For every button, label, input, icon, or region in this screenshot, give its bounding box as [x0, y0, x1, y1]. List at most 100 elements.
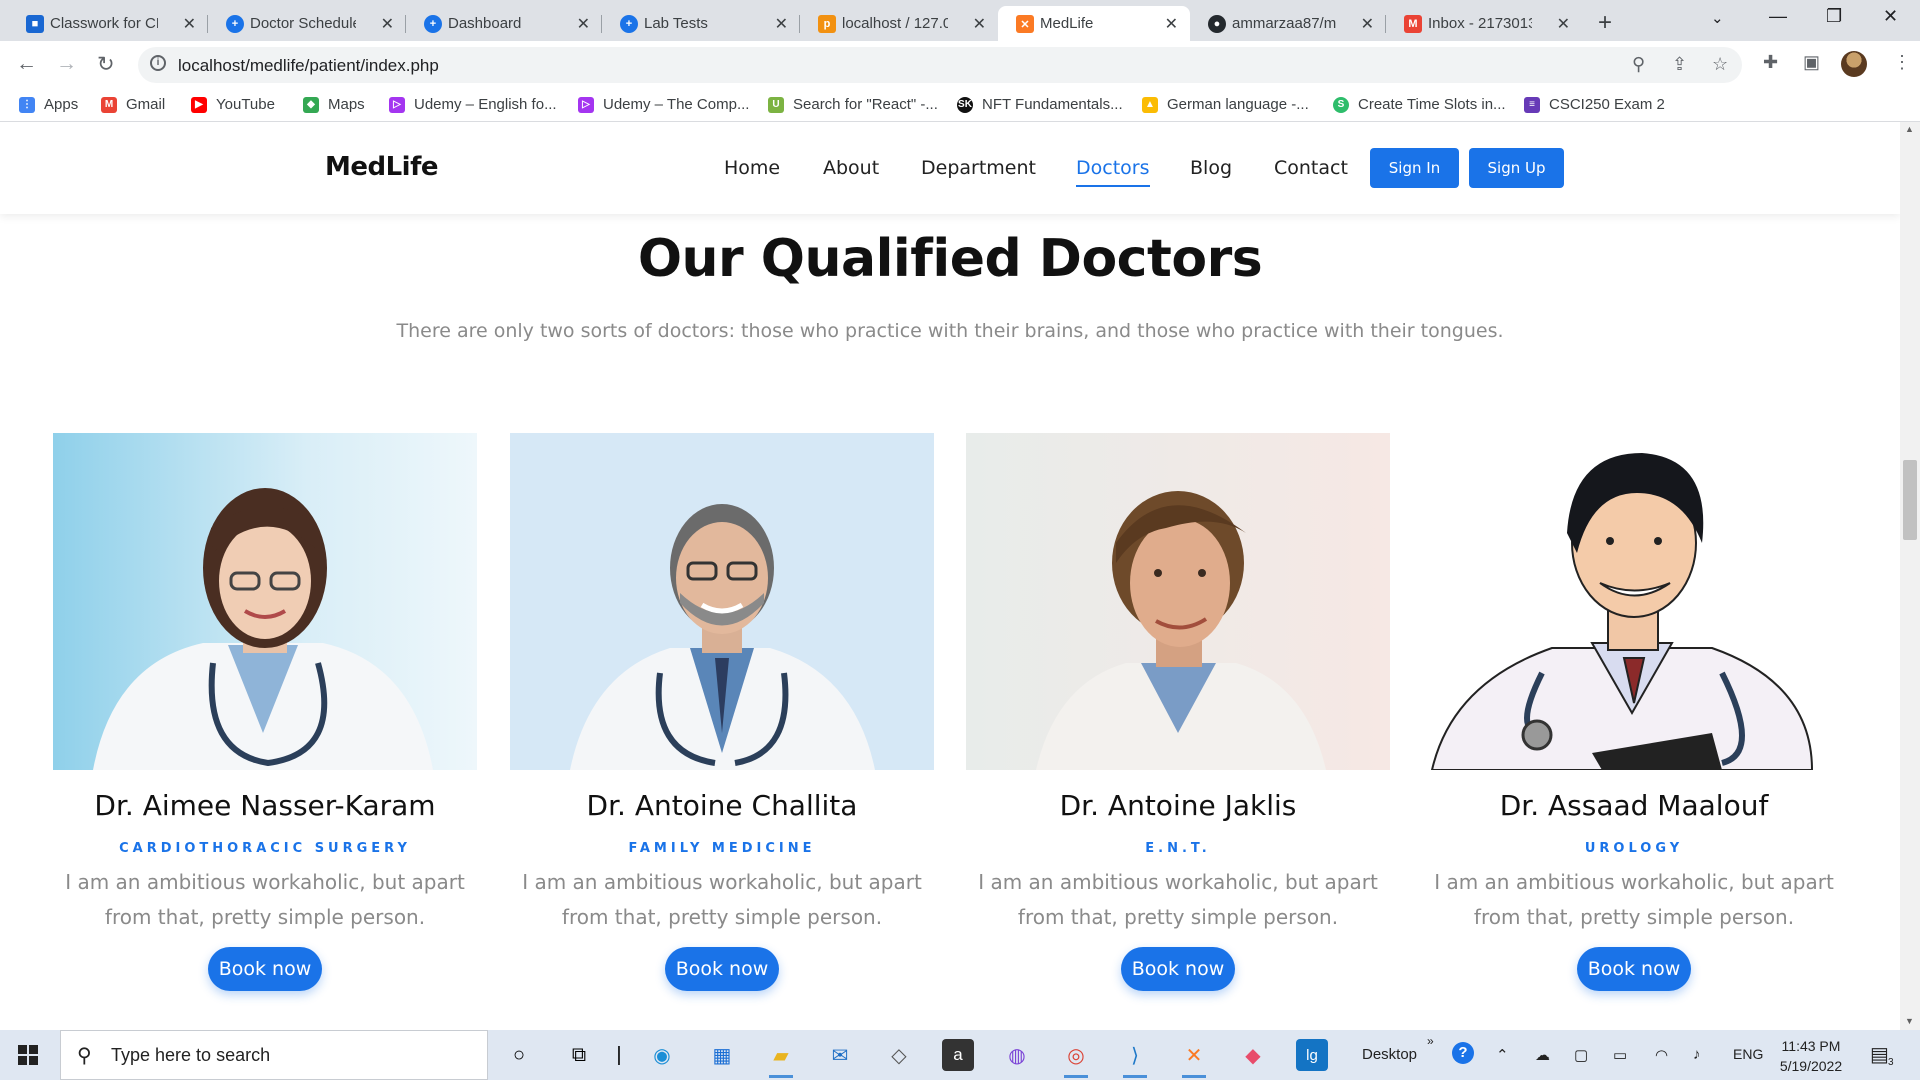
- close-icon[interactable]: ✕: [577, 14, 590, 34]
- tray-chevron-up-icon[interactable]: ⌃: [1496, 1046, 1509, 1064]
- sign-up-button[interactable]: Sign Up: [1469, 148, 1564, 188]
- close-icon[interactable]: ✕: [381, 14, 394, 34]
- cortana-icon[interactable]: ○: [503, 1039, 535, 1071]
- system-clock[interactable]: 11:43 PM 5/19/2022: [1766, 1036, 1856, 1076]
- doctor-bio: I am an ambitious workaholic, but apart …: [1434, 870, 1834, 929]
- browser-tab-medlife[interactable]: ✕ MedLife ✕: [998, 6, 1190, 41]
- reload-icon[interactable]: ↻: [97, 52, 115, 77]
- site-logo[interactable]: MedLife: [325, 152, 439, 182]
- extensions-puzzle-icon[interactable]: ✚: [1763, 52, 1778, 73]
- scrollbar-thumb[interactable]: [1903, 460, 1917, 540]
- scroll-up-arrow-icon[interactable]: ▲: [1905, 124, 1914, 134]
- dropbox-icon[interactable]: ◇: [883, 1039, 915, 1071]
- toolbar-expand-icon[interactable]: »: [1427, 1034, 1434, 1048]
- site-info-icon[interactable]: i: [150, 55, 166, 71]
- close-icon[interactable]: ✕: [1361, 14, 1374, 34]
- share-icon[interactable]: ⇪: [1672, 54, 1687, 75]
- browser-tab-lab-tests[interactable]: + Lab Tests ✕: [602, 6, 800, 41]
- wifi-icon[interactable]: ◠: [1655, 1046, 1668, 1064]
- address-bar[interactable]: i localhost/medlife/patient/index.php ⚲ …: [138, 47, 1742, 83]
- close-icon[interactable]: ✕: [183, 14, 196, 34]
- browser-tab-phpmyadmin[interactable]: p localhost / 127.0.0 ✕: [800, 6, 998, 41]
- store-icon[interactable]: ▦: [706, 1039, 738, 1071]
- restore-button[interactable]: ❐: [1826, 6, 1842, 27]
- close-window-button[interactable]: ✕: [1883, 6, 1898, 27]
- taskbar-search-box[interactable]: ⚲ Type here to search: [60, 1030, 488, 1080]
- minimize-button[interactable]: —: [1769, 6, 1787, 27]
- bookmark-german[interactable]: ▲ German language -...: [1142, 96, 1309, 113]
- app-ig-icon[interactable]: lg: [1296, 1039, 1328, 1071]
- file-explorer-icon[interactable]: ▰: [765, 1039, 797, 1078]
- windows-start-icon[interactable]: [18, 1045, 38, 1065]
- doctor-department: E.N.T.: [1145, 841, 1211, 856]
- close-icon[interactable]: ✕: [775, 14, 788, 34]
- url-text[interactable]: localhost/medlife/patient/index.php: [178, 56, 439, 76]
- zoom-icon[interactable]: ⚲: [1632, 54, 1645, 75]
- app-diamond-icon[interactable]: ◆: [1237, 1039, 1269, 1071]
- book-now-button[interactable]: Book now: [665, 947, 779, 991]
- close-icon[interactable]: ✕: [973, 14, 986, 34]
- bookmark-youtube[interactable]: ▶ YouTube: [191, 96, 275, 113]
- task-view-icon[interactable]: ⧉: [563, 1039, 595, 1071]
- nav-blog[interactable]: Blog: [1190, 157, 1232, 179]
- browser-toolbar: ← → ↻ i localhost/medlife/patient/index.…: [0, 41, 1920, 89]
- close-icon[interactable]: ✕: [1165, 14, 1178, 34]
- back-arrow-icon[interactable]: ←: [16, 52, 37, 76]
- bookmark-csci250[interactable]: ≡ CSCI250 Exam 2: [1524, 96, 1665, 113]
- xampp-icon[interactable]: ✕: [1178, 1039, 1210, 1078]
- book-now-button[interactable]: Book now: [208, 947, 322, 991]
- language-indicator[interactable]: ENG: [1733, 1046, 1763, 1062]
- nav-contact[interactable]: Contact: [1274, 157, 1348, 179]
- bookmark-nft[interactable]: SK NFT Fundamentals...: [957, 96, 1123, 113]
- close-icon[interactable]: ✕: [1557, 14, 1570, 34]
- browser-tab-dashboard[interactable]: + Dashboard ✕: [406, 6, 602, 41]
- section-title: Our Qualified Doctors: [637, 229, 1263, 289]
- sign-in-button[interactable]: Sign In: [1370, 148, 1459, 188]
- browser-tab-gmail[interactable]: M Inbox - 21730137 ✕: [1386, 6, 1582, 41]
- new-tab-button[interactable]: +: [1598, 9, 1612, 37]
- bookmark-apps[interactable]: ⋮ Apps: [19, 96, 78, 113]
- book-now-button[interactable]: Book now: [1577, 947, 1691, 991]
- bookmark-react-search[interactable]: U Search for "React" -...: [768, 96, 938, 113]
- mail-icon[interactable]: ✉: [824, 1039, 856, 1071]
- bookmark-maps[interactable]: ◆ Maps: [303, 96, 365, 113]
- doctor-bio: I am an ambitious workaholic, but apart …: [65, 870, 465, 929]
- browser-tab-classwork[interactable]: ■ Classwork for CEN ✕: [8, 6, 208, 41]
- volume-icon[interactable]: ♪: [1693, 1046, 1701, 1063]
- book-now-button[interactable]: Book now: [1121, 947, 1235, 991]
- amazon-icon[interactable]: a: [942, 1039, 974, 1071]
- scroll-down-arrow-icon[interactable]: ▼: [1905, 1016, 1914, 1026]
- doctor-name: Dr. Aimee Nasser-Karam: [94, 789, 436, 822]
- page-scrollbar[interactable]: ▲ ▼: [1900, 122, 1920, 1030]
- onedrive-cloud-icon[interactable]: ☁: [1535, 1046, 1550, 1064]
- tab-search-chevron-icon[interactable]: ⌄: [1711, 9, 1724, 27]
- vscode-icon[interactable]: ⟩: [1119, 1039, 1151, 1078]
- nav-home[interactable]: Home: [724, 157, 780, 179]
- edge-icon[interactable]: ◉: [646, 1039, 678, 1071]
- help-icon[interactable]: ?: [1452, 1042, 1474, 1064]
- tab-title: Classwork for CEN: [50, 15, 158, 32]
- chrome-icon[interactable]: ◎: [1060, 1039, 1092, 1078]
- notification-icon[interactable]: ▤: [1870, 1042, 1889, 1067]
- tab-title: Doctor Schedule: [250, 15, 356, 32]
- forward-arrow-icon[interactable]: →: [56, 52, 77, 76]
- tab-title: localhost / 127.0.0: [842, 15, 948, 32]
- battery-icon[interactable]: ▭: [1613, 1046, 1627, 1064]
- bookmark-time-slots[interactable]: S Create Time Slots in...: [1333, 96, 1506, 113]
- browser-menu-icon[interactable]: ⋮: [1893, 52, 1911, 73]
- bookmark-gmail[interactable]: M Gmail: [101, 96, 165, 113]
- bookmark-udemy-comp[interactable]: ▷ Udemy – The Comp...: [578, 96, 749, 113]
- browser-tab-github[interactable]: ● ammarzaa87/me ✕: [1190, 6, 1386, 41]
- profile-avatar[interactable]: [1841, 51, 1867, 77]
- bookmark-label: Udemy – English fo...: [414, 96, 557, 113]
- browser-tab-doctor-schedule[interactable]: + Doctor Schedule ✕: [208, 6, 406, 41]
- bookmark-udemy-english[interactable]: ▷ Udemy – English fo...: [389, 96, 557, 113]
- desktop-label[interactable]: Desktop: [1362, 1046, 1417, 1063]
- bookmark-star-icon[interactable]: ☆: [1712, 54, 1728, 75]
- nav-department[interactable]: Department: [921, 157, 1036, 179]
- side-panel-icon[interactable]: ▣: [1803, 52, 1820, 73]
- firefox-browser-icon[interactable]: ◍: [1001, 1039, 1033, 1071]
- device-icon[interactable]: ▢: [1574, 1046, 1588, 1064]
- nav-about[interactable]: About: [823, 157, 879, 179]
- nav-doctors[interactable]: Doctors: [1076, 157, 1150, 187]
